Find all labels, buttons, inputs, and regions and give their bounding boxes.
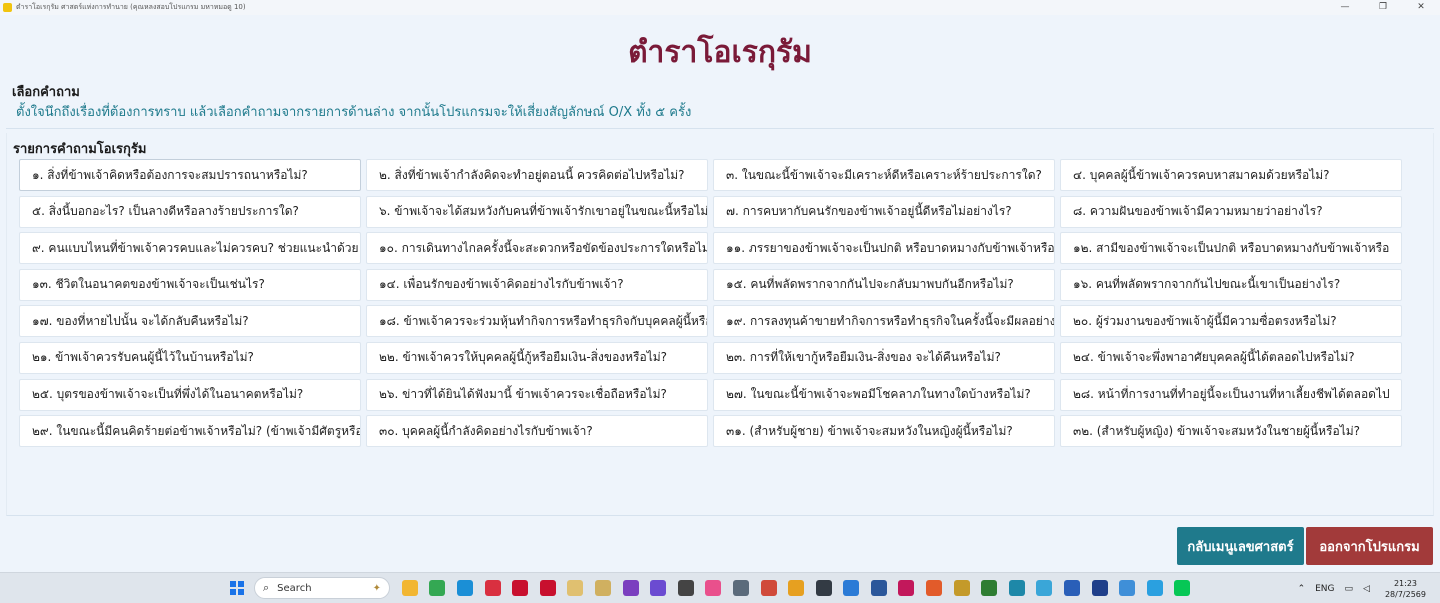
app-teal-icon[interactable] bbox=[1008, 580, 1025, 596]
question-button-28[interactable]: ๒๘. หน้าที่การงานที่ทำอยู่นี้จะเป็นงานที… bbox=[1060, 378, 1402, 411]
taskbar-search[interactable]: ⌕ Search ✦ bbox=[254, 577, 390, 599]
app-red-icon[interactable] bbox=[484, 580, 501, 596]
network-icon[interactable]: ▭ bbox=[1345, 584, 1354, 594]
system-tray: ⌃ ENG ▭ ◁ 21:23 28/7/2569 bbox=[1293, 573, 1440, 603]
question-button-18[interactable]: ๑๘. ข้าพเจ้าควรจะร่วมหุ้นทำกิจการหรือทำธ… bbox=[366, 305, 708, 338]
question-button-17[interactable]: ๑๗. ของที่หายไปนั้น จะได้กลับคืนหรือไม่? bbox=[19, 305, 361, 338]
language-indicator[interactable]: ENG bbox=[1315, 584, 1334, 594]
question-button-2[interactable]: ๒. สิ่งที่ข้าพเจ้ากำลังคิดจะทำอยู่ตอนนี้… bbox=[366, 159, 708, 191]
question-button-10[interactable]: ๑๐. การเดินทางไกลครั้งนี้จะสะดวกหรือขัดข… bbox=[366, 232, 708, 265]
question-button-12[interactable]: ๑๒. สามีของข้าพเจ้าจะเป็นปกติ หรือบาดหมา… bbox=[1060, 232, 1402, 265]
question-button-24[interactable]: ๒๔. ข้าพเจ้าจะพึ่งพาอาศัยบุคคลผู้นี้ได้ต… bbox=[1060, 341, 1402, 374]
question-button-29[interactable]: ๒๙. ในขณะนี้มีคนคิดร้ายต่อข้าพเจ้าหรือไม… bbox=[19, 415, 361, 448]
search-placeholder: Search bbox=[277, 582, 312, 594]
word-icon[interactable] bbox=[870, 580, 887, 596]
question-button-6[interactable]: ๖. ข้าพเจ้าจะได้สมหวังกับคนที่ข้าพเจ้ารั… bbox=[366, 195, 708, 228]
app-orange-icon[interactable] bbox=[926, 580, 943, 596]
app-icon bbox=[3, 3, 12, 12]
question-list-label: รายการคำถามโอเรกุรัม bbox=[13, 142, 147, 157]
windows-start-icon[interactable] bbox=[230, 581, 244, 595]
settings-icon[interactable] bbox=[788, 580, 805, 596]
clock[interactable]: 21:23 28/7/2569 bbox=[1385, 578, 1426, 600]
instruction-text: ตั้งใจนึกถึงเรื่องที่ต้องการทราบ แล้วเลื… bbox=[16, 105, 692, 120]
app-sky-icon[interactable] bbox=[1146, 580, 1163, 596]
chatgpt-icon[interactable] bbox=[677, 580, 694, 596]
question-button-25[interactable]: ๒๕. บุตรของข้าพเจ้าจะเป็นที่พึ่งได้ในอนา… bbox=[19, 378, 361, 411]
window-title: ตำราโอเรกุรัม ศาสตร์แห่งการทำนาย (คุณหลง… bbox=[16, 3, 246, 11]
notepad-icon[interactable] bbox=[843, 580, 860, 596]
question-button-13[interactable]: ๑๓. ชีวิตในอนาคตของข้าพเจ้าจะเป็นเช่นไร? bbox=[19, 268, 361, 301]
question-button-3[interactable]: ๓. ในขณะนี้ข้าพเจ้าจะมีเคราะห์ดีหรือเครา… bbox=[713, 159, 1055, 191]
question-button-9[interactable]: ๙. คนแบบไหนที่ข้าพเจ้าควรคบและไม่ควรคบ? … bbox=[19, 232, 361, 265]
app-red-3-icon[interactable] bbox=[539, 580, 556, 596]
search-highlight-icon: ✦ bbox=[372, 582, 381, 594]
app-green-icon[interactable] bbox=[981, 580, 998, 596]
app-magenta-icon[interactable] bbox=[898, 580, 915, 596]
volume-icon[interactable]: ◁ bbox=[1363, 584, 1370, 594]
window-controls: — ❐ ✕ bbox=[1326, 0, 1440, 15]
line-icon[interactable] bbox=[1174, 580, 1191, 596]
question-button-21[interactable]: ๒๑. ข้าพเจ้าควรรับคนผู้นี้ไว้ในบ้านหรือไ… bbox=[19, 341, 361, 374]
clock-time: 21:23 bbox=[1393, 578, 1418, 588]
question-list-section: รายการคำถามโอเรกุรัม ๑. สิ่งที่ข้าพเจ้าค… bbox=[6, 133, 1434, 516]
select-question-section: เลือกคำถาม ตั้งใจนึกถึงเรื่องที่ต้องการท… bbox=[6, 77, 1434, 129]
app-red-2-icon[interactable] bbox=[512, 580, 529, 596]
question-button-23[interactable]: ๒๓. การที่ให้เขากู้หรือยืมเงิน-สิ่งของ จ… bbox=[713, 341, 1055, 374]
app-gold-icon[interactable] bbox=[953, 580, 970, 596]
minimize-icon[interactable]: — bbox=[1326, 0, 1364, 15]
question-button-31[interactable]: ๓๑. (สำหรับผู้ชาย) ข้าพเจ้าจะสมหวังในหญิ… bbox=[713, 415, 1055, 448]
paint-icon[interactable] bbox=[760, 580, 777, 596]
clock-app-icon[interactable] bbox=[567, 580, 584, 596]
question-button-1[interactable]: ๑. สิ่งที่ข้าพเจ้าคิดหรือต้องการจะสมปราร… bbox=[19, 159, 361, 191]
question-button-20[interactable]: ๒๐. ผู้ร่วมงานของข้าพเจ้าผู้นี้มีความซื่… bbox=[1060, 305, 1402, 338]
exit-button[interactable]: ออกจากโปรแกรม bbox=[1306, 527, 1433, 565]
photos-icon[interactable] bbox=[705, 580, 722, 596]
window-titlebar: ตำราโอเรกุรัม ศาสตร์แห่งการทำนาย (คุณหลง… bbox=[0, 0, 1440, 15]
chrome-icon[interactable] bbox=[429, 580, 446, 596]
taskbar: ⌕ Search ✦ ⌃ ENG ▭ ◁ 21:23 28/7/2569 bbox=[0, 572, 1440, 603]
question-grid: ๑. สิ่งที่ข้าพเจ้าคิดหรือต้องการจะสมปราร… bbox=[19, 159, 1402, 448]
question-button-4[interactable]: ๔. บุคคลผู้นี้ข้าพเจ้าควรคบหาสมาคมด้วยหร… bbox=[1060, 159, 1402, 191]
question-button-19[interactable]: ๑๙. การลงทุนค้าขายทำกิจการหรือทำธุรกิจใน… bbox=[713, 305, 1055, 338]
question-button-26[interactable]: ๒๖. ข่าวที่ได้ยินได้ฟังมานี้ ข้าพเจ้าควร… bbox=[366, 378, 708, 411]
search-icon: ⌕ bbox=[263, 581, 270, 594]
question-button-11[interactable]: ๑๑. ภรรยาของข้าพเจ้าจะเป็นปกติ หรือบาดหม… bbox=[713, 232, 1055, 265]
question-button-15[interactable]: ๑๕. คนที่พลัดพรากจากกันไปจะกลับมาพบกันอี… bbox=[713, 268, 1055, 301]
edge-icon[interactable] bbox=[456, 580, 473, 596]
file-explorer-icon[interactable] bbox=[401, 580, 418, 596]
app-navy-icon[interactable] bbox=[1091, 580, 1108, 596]
close-icon[interactable]: ✕ bbox=[1402, 0, 1440, 15]
calculator-icon[interactable] bbox=[732, 580, 749, 596]
question-button-27[interactable]: ๒๗. ในขณะนี้ข้าพเจ้าจะพอมีโชคลาภในทางใดบ… bbox=[713, 378, 1055, 411]
clock-app-2-icon[interactable] bbox=[594, 580, 611, 596]
question-button-14[interactable]: ๑๔. เพื่อนรักของข้าพเจ้าคิดอย่างไรกับข้า… bbox=[366, 268, 708, 301]
app-window: ตำราโอเรกุรัม เลือกคำถาม ตั้งใจนึกถึงเรื… bbox=[0, 15, 1440, 572]
back-to-menu-button[interactable]: กลับเมนูเลขศาสตร์ bbox=[1177, 527, 1304, 565]
maximize-icon[interactable]: ❐ bbox=[1364, 0, 1402, 15]
vscode-icon[interactable] bbox=[650, 580, 667, 596]
question-button-30[interactable]: ๓๐. บุคคลผู้นี้กำลังคิดอย่างไรกับข้าพเจ้… bbox=[366, 415, 708, 448]
question-button-32[interactable]: ๓๒. (สำหรับผู้หญิง) ข้าพเจ้าจะสมหวังในชา… bbox=[1060, 415, 1402, 448]
app-lightblue-icon[interactable] bbox=[1119, 580, 1136, 596]
question-button-16[interactable]: ๑๖. คนที่พลัดพรากจากกันไปขณะนี้เขาเป็นอย… bbox=[1060, 268, 1402, 301]
page-title: ตำราโอเรกุรัม bbox=[628, 35, 812, 70]
select-question-label: เลือกคำถาม bbox=[12, 85, 80, 100]
app-blue-icon[interactable] bbox=[1064, 580, 1081, 596]
app-dark-icon[interactable] bbox=[815, 580, 832, 596]
taskbar-apps bbox=[396, 580, 1196, 596]
clock-date: 28/7/2569 bbox=[1384, 589, 1426, 599]
question-button-7[interactable]: ๗. การคบหากับคนรักของข้าพเจ้าอยู่นี้ดีหร… bbox=[713, 195, 1055, 228]
question-button-8[interactable]: ๘. ความฝันของข้าพเจ้ามีความหมายว่าอย่างไ… bbox=[1060, 195, 1402, 228]
question-button-22[interactable]: ๒๒. ข้าพเจ้าควรให้บุคคลผู้นี้กู้หรือยืมเ… bbox=[366, 341, 708, 374]
visual-studio-icon[interactable] bbox=[622, 580, 639, 596]
question-button-5[interactable]: ๕. สิ่งนี้บอกอะไร? เป็นลางดีหรือลางร้ายป… bbox=[19, 195, 361, 228]
app-cyan-icon[interactable] bbox=[1036, 580, 1053, 596]
tray-chevron-icon[interactable]: ⌃ bbox=[1298, 584, 1306, 594]
